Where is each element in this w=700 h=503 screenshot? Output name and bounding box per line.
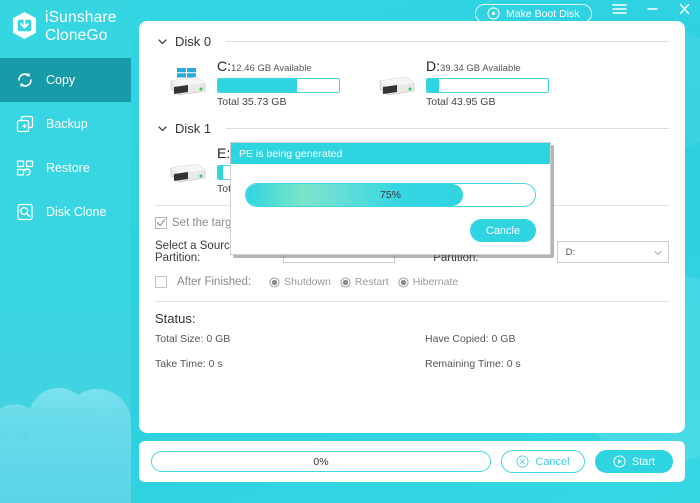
close-icon[interactable]	[678, 3, 691, 15]
partition-label: C:12.46 GB Available	[217, 59, 340, 76]
partition-info: C:12.46 GB Available Total 35.73 GB	[217, 59, 340, 108]
stacked-squares-plus-icon	[16, 115, 34, 133]
play-circle-icon	[613, 455, 626, 468]
disk-header[interactable]: Disk 0	[155, 21, 669, 51]
radio-icon	[340, 276, 351, 288]
sidebar-item-backup[interactable]: Backup	[0, 102, 131, 146]
sidebar-item-label: Copy	[46, 73, 76, 87]
partition-total: Total 35.73 GB	[217, 96, 287, 108]
chevron-down-icon	[158, 39, 167, 45]
status-have-copied: Have Copied: 0 GB	[425, 333, 516, 345]
disk-group: Disk 0 C:12.46 GB Available Total 35.73 …	[139, 21, 685, 108]
application-window: iSunshare CloneGo Copy Backup Restore Di…	[0, 0, 700, 503]
drive-icon	[379, 76, 415, 96]
dialog-progress-fill	[246, 184, 463, 206]
drive-icon	[170, 163, 206, 183]
disk-title: Disk 0	[175, 34, 212, 49]
divider	[226, 128, 669, 129]
radio-label: Hibernate	[412, 276, 459, 288]
partition-letter: D:	[426, 58, 440, 74]
brand-text: iSunshare CloneGo	[45, 9, 117, 45]
refresh-circular-icon	[18, 72, 32, 88]
divider	[226, 41, 669, 42]
sidebar-item-disk-clone[interactable]: Disk Clone	[0, 190, 131, 234]
after-finished-label: After Finished:	[177, 276, 252, 288]
chevron-down-icon	[158, 126, 167, 132]
status-section: Status: Total Size: 0 GB Have Copied: 0 …	[139, 302, 685, 370]
radio-hibernate[interactable]: Hibernate	[398, 276, 459, 288]
radio-label: Shutdown	[284, 276, 331, 288]
partition-label: D:39.34 GB Available	[426, 59, 549, 76]
start-button[interactable]: Start	[595, 450, 673, 473]
brand-line-1: iSunshare	[45, 9, 117, 26]
partition-total: Total 43.95 GB	[426, 96, 496, 108]
title-bar: Make Boot Disk	[139, 0, 700, 23]
bottom-bar: 0% Cancel Start	[139, 441, 685, 482]
dialog-title: PE is being generated	[231, 143, 550, 164]
partition-letter: C:	[217, 58, 231, 74]
chevron-down-icon	[654, 251, 662, 256]
brand-line-2: CloneGo	[45, 27, 108, 44]
hamburger-menu-icon[interactable]	[612, 3, 627, 15]
radio-shutdown[interactable]: Shutdown	[269, 276, 331, 288]
make-boot-disk-label: Make Boot Disk	[506, 7, 580, 20]
disc-icon	[487, 7, 500, 20]
partition-list: C:12.46 GB Available Total 35.73 GB D:39…	[155, 51, 669, 108]
boot-disk-checkbox[interactable]	[155, 217, 167, 229]
brand: iSunshare CloneGo	[0, 0, 131, 45]
partition-usage-fill	[218, 166, 223, 179]
squares-restore-icon	[16, 160, 34, 176]
target-partition-select[interactable]: D:	[556, 241, 670, 263]
sidebar-item-restore[interactable]: Restore	[0, 146, 131, 190]
radio-label: Restart	[354, 276, 389, 288]
status-total-size: Total Size: 0 GB	[155, 333, 231, 345]
after-finished-checkbox[interactable]	[155, 276, 167, 288]
radio-icon	[269, 276, 280, 288]
target-partition-value: D:	[565, 246, 576, 258]
disk-title: Disk 1	[175, 121, 212, 136]
cloud-decoration	[0, 387, 131, 503]
sidebar: iSunshare CloneGo Copy Backup Restore Di…	[0, 0, 131, 503]
after-finished-row: After Finished: Shutdown Restart Hiberna…	[155, 276, 669, 288]
partition-letter: E:	[217, 145, 231, 161]
partition-usage-bar	[426, 78, 549, 93]
partition-item[interactable]: D:39.34 GB Available Total 43.95 GB	[372, 59, 549, 108]
disk-magnifier-icon	[17, 203, 33, 221]
window-controls	[612, 3, 691, 15]
cancel-button-label: Cancel	[535, 455, 570, 468]
status-take-time: Take Time: 0 s	[155, 358, 223, 370]
cancel-button[interactable]: Cancel	[501, 450, 585, 473]
app-logo-icon	[12, 12, 37, 39]
partition-usage-bar	[217, 78, 340, 93]
radio-icon	[398, 276, 409, 288]
partition-available: 39.34 GB Available	[440, 63, 521, 74]
partition-info: D:39.34 GB Available Total 43.95 GB	[426, 59, 549, 108]
partition-available: 12.46 GB Available	[231, 63, 312, 74]
windows-drive-icon	[170, 68, 206, 96]
sidebar-item-copy[interactable]: Copy	[0, 58, 131, 102]
main-progress-text: 0%	[313, 455, 329, 468]
status-title: Status:	[155, 311, 196, 326]
main-progress-bar: 0%	[151, 451, 491, 472]
disk-header[interactable]: Disk 1	[155, 108, 669, 138]
sidebar-item-label: Backup	[46, 117, 88, 131]
radio-restart[interactable]: Restart	[340, 276, 389, 288]
circle-x-icon	[516, 455, 529, 468]
dialog-progress-text: 75%	[379, 189, 401, 201]
start-button-label: Start	[631, 455, 656, 468]
status-grid: Total Size: 0 GB Have Copied: 0 GB Take …	[155, 333, 669, 370]
dialog-progress-bar: 75%	[245, 183, 536, 207]
partition-usage-fill	[427, 79, 440, 92]
minimize-icon[interactable]	[646, 3, 659, 15]
sidebar-item-label: Disk Clone	[46, 205, 107, 219]
sidebar-item-label: Restore	[46, 161, 90, 175]
dialog-cancel-button[interactable]: Cancle	[470, 219, 536, 242]
partition-usage-fill	[218, 79, 297, 92]
sidebar-nav: Copy Backup Restore Disk Clone	[0, 58, 131, 234]
status-remaining-time: Remaining Time: 0 s	[425, 358, 521, 370]
dialog-cancel-label: Cancle	[485, 224, 521, 237]
partition-item[interactable]: C:12.46 GB Available Total 35.73 GB	[163, 59, 340, 108]
pe-generation-dialog: PE is being generated 75% Cancle	[230, 142, 551, 255]
